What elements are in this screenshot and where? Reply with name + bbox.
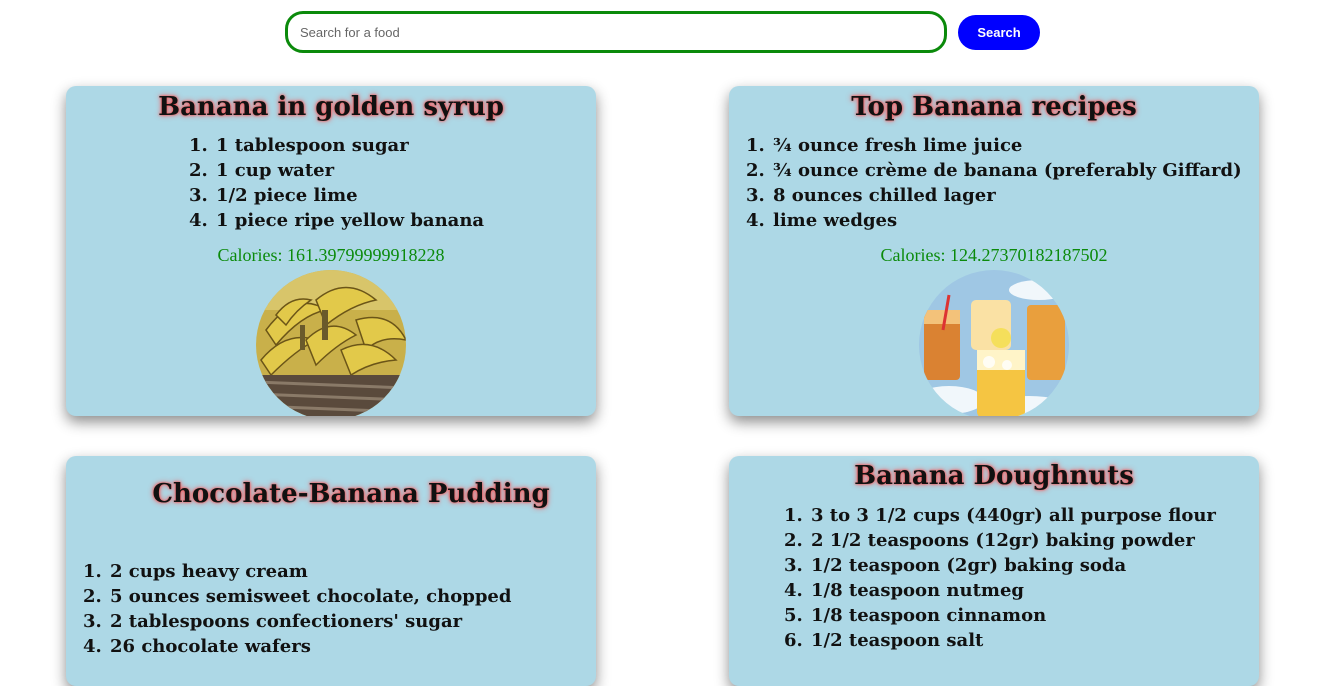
ingredient-item: 1 tablespoon sugar	[214, 133, 596, 158]
cocktail-glasses-photo	[919, 270, 1069, 416]
recipe-card: Chocolate-Banana Pudding 2 cups heavy cr…	[66, 456, 596, 686]
recipe-title: Banana Doughnuts	[854, 461, 1134, 491]
ingredient-item: 1 cup water	[214, 158, 596, 183]
recipe-title: Top Banana recipes	[851, 92, 1137, 122]
ingredient-item: ¾ ounce fresh lime juice	[771, 133, 1259, 158]
recipe-image	[256, 270, 406, 416]
calories-text: Calories: 161.39799999918228	[217, 245, 445, 265]
recipe-card: Banana in golden syrup 1 tablespoon suga…	[66, 86, 596, 416]
ingredient-list: ¾ ounce fresh lime juice ¾ ounce crème d…	[729, 133, 1259, 233]
ingredient-item: lime wedges	[771, 208, 1259, 233]
search-button[interactable]: Search	[958, 15, 1040, 50]
ingredient-item: 1/8 teaspoon nutmeg	[809, 578, 1259, 603]
ingredient-item: 2 tablespoons confectioners' sugar	[108, 609, 596, 634]
ingredient-item: 1/2 teaspoon salt	[809, 628, 1259, 653]
ingredient-item: 8 ounces chilled lager	[771, 183, 1259, 208]
calories-text: Calories: 124.27370182187502	[880, 245, 1108, 265]
ingredient-item: 1 piece ripe yellow banana	[214, 208, 596, 233]
recipe-title: Chocolate-Banana Pudding	[152, 479, 550, 509]
ingredient-item: 2 cups heavy cream	[108, 559, 596, 584]
ingredient-item: 1/2 teaspoon (2gr) baking soda	[809, 553, 1259, 578]
ingredient-item: 2 1/2 teaspoons (12gr) baking powder	[809, 528, 1259, 553]
recipe-card: Banana Doughnuts 3 to 3 1/2 cups (440gr)…	[729, 456, 1259, 686]
search-bar: Search	[285, 11, 1045, 55]
search-input[interactable]	[285, 11, 947, 53]
ingredient-list: 2 cups heavy cream 5 ounces semisweet ch…	[66, 559, 596, 659]
ingredient-list: 1 tablespoon sugar 1 cup water 1/2 piece…	[66, 133, 596, 233]
ingredient-item: 1/8 teaspoon cinnamon	[809, 603, 1259, 628]
ingredient-list: 3 to 3 1/2 cups (440gr) all purpose flou…	[729, 503, 1259, 653]
ingredient-item: 3 to 3 1/2 cups (440gr) all purpose flou…	[809, 503, 1259, 528]
recipe-card: Top Banana recipes ¾ ounce fresh lime ju…	[729, 86, 1259, 416]
bananas-basket-photo	[256, 270, 406, 416]
ingredient-item: 5 ounces semisweet chocolate, chopped	[108, 584, 596, 609]
ingredient-item: 26 chocolate wafers	[108, 634, 596, 659]
ingredient-item: 1/2 piece lime	[214, 183, 596, 208]
recipe-image	[919, 270, 1069, 416]
recipe-title: Banana in golden syrup	[158, 92, 504, 122]
ingredient-item: ¾ ounce crème de banana (preferably Giff…	[771, 158, 1259, 183]
